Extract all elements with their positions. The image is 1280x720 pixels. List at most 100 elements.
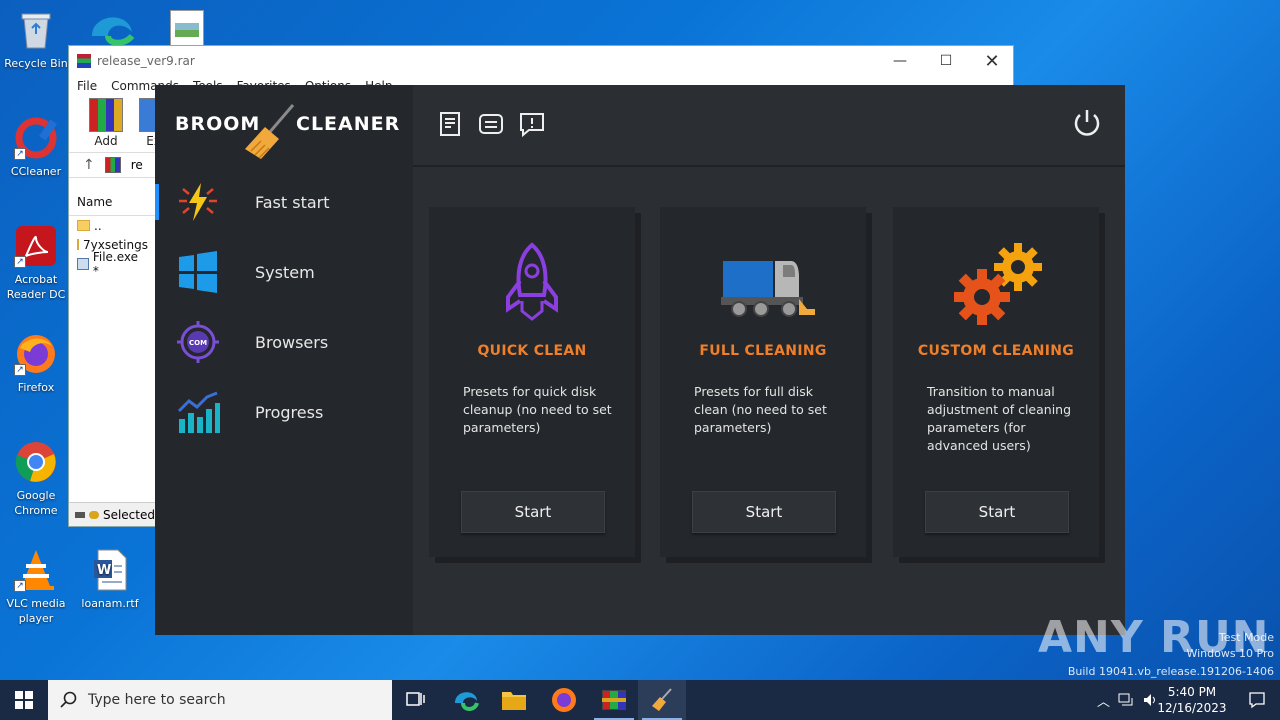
nav-system[interactable]: System (155, 240, 413, 304)
address-field[interactable]: re (131, 158, 143, 172)
winrar-icon (602, 690, 626, 710)
taskbar-clock[interactable]: 5:40 PM 12/16/2023 (1152, 684, 1232, 716)
desktop-icon-chrome[interactable]: Google Chrome (0, 440, 72, 518)
edge-icon (455, 692, 479, 711)
network-icon[interactable] (1118, 692, 1134, 708)
add-button-label: Add (94, 134, 118, 148)
desktop-icon-loanam[interactable]: W loanam.rtf (74, 548, 146, 611)
desktop-icon-vlc[interactable]: ↗ VLC media player (0, 548, 72, 626)
shortcut-arrow-icon: ↗ (14, 148, 26, 160)
taskbar-search-box[interactable]: Type here to search (48, 680, 392, 720)
close-button[interactable]: ✕ (969, 46, 1015, 76)
desktop-icon-recycle-bin[interactable]: Recycle Bin (0, 8, 72, 71)
firefox-icon (552, 688, 576, 712)
nav-label: System (255, 262, 315, 282)
minimize-button[interactable]: — (877, 46, 923, 76)
desktop-icon-label: Recycle Bin (4, 57, 68, 70)
desktop-icon-firefox[interactable]: ↗ Firefox (0, 332, 72, 395)
winrar-app-icon (77, 54, 91, 68)
task-view-button[interactable] (392, 680, 440, 720)
broom-logo: BROOM CLEANER (175, 104, 405, 169)
file-list: Name .. 7yxsetings File.exe * (69, 189, 155, 499)
start-button[interactable] (0, 680, 48, 720)
com-target-icon: COM (177, 321, 219, 363)
full-cleaning-start-button[interactable]: Start (692, 491, 836, 533)
power-icon[interactable] (1071, 107, 1103, 139)
folder-icon (77, 220, 90, 231)
add-archive-icon (89, 98, 123, 132)
acrobat-icon: ↗ (14, 224, 58, 268)
column-header-name[interactable]: Name (69, 189, 155, 216)
nav-label: Fast start (255, 192, 330, 212)
file-row[interactable]: File.exe * (69, 250, 155, 278)
file-name: File.exe * (92, 249, 139, 278)
file-row[interactable]: .. (69, 216, 155, 235)
notifications-icon[interactable] (1248, 691, 1266, 709)
card-description: Presets for full disk clean (no need to … (694, 384, 827, 435)
taskbar-edge[interactable] (442, 680, 490, 720)
tray-overflow-chevron-icon[interactable]: ︿ (1097, 691, 1110, 710)
desktop-icon-edge[interactable] (88, 6, 136, 46)
recycle-bin-icon (14, 8, 58, 52)
shortcut-arrow-icon: ↗ (14, 364, 26, 376)
broom-icon (652, 688, 672, 711)
winrar-title: release_ver9.rar (97, 54, 195, 68)
up-arrow-icon[interactable]: ↑ (83, 157, 95, 173)
menu-file[interactable]: File (77, 79, 97, 93)
nav-progress[interactable]: Progress (155, 380, 413, 444)
maximize-button[interactable]: ☐ (923, 46, 969, 76)
taskbar: Type here to search ︿ 5:40 PM 12/16/2023 (0, 680, 1280, 720)
task-view-icon (406, 692, 425, 706)
key-icon (88, 510, 99, 519)
drive-icon (75, 511, 85, 518)
folder-icon (502, 692, 526, 710)
taskbar-broom-cleaner[interactable] (638, 680, 686, 720)
desktop-icon-label: loanam.rtf (81, 597, 139, 610)
custom-cleaning-start-button[interactable]: Start (925, 491, 1069, 533)
report-icon[interactable] (435, 109, 465, 139)
folder-icon (77, 239, 79, 250)
file-name: .. (94, 218, 102, 233)
lightning-icon (179, 183, 217, 221)
broom-cleaner-window[interactable]: BROOM CLEANER Fast start System COM Brow… (155, 85, 1125, 635)
word-document-icon: W (88, 548, 132, 592)
nav-browsers[interactable]: COM Browsers (155, 310, 413, 374)
card-custom-cleaning: CUSTOM CLEANING Transition to manual adj… (893, 207, 1099, 557)
nav-label: Progress (255, 402, 324, 422)
winrar-statusbar: Selected (69, 502, 155, 526)
taskbar-firefox[interactable] (540, 680, 588, 720)
nav-label: Browsers (255, 332, 329, 352)
shortcut-arrow-icon: ↗ (14, 580, 26, 592)
quick-clean-start-button[interactable]: Start (461, 491, 605, 533)
desktop-icon-acrobat[interactable]: ↗ Acrobat Reader DC (0, 224, 72, 302)
broom-sidebar: BROOM CLEANER Fast start System COM Brow… (155, 85, 413, 635)
card-description: Presets for quick disk cleanup (no need … (463, 384, 612, 435)
taskbar-winrar[interactable] (590, 680, 638, 720)
watermark-test-mode: Test Mode (1218, 631, 1274, 644)
clock-date: 12/16/2023 (1157, 701, 1227, 715)
firefox-icon: ↗ (14, 332, 58, 376)
windows-start-icon (15, 691, 33, 709)
ccleaner-icon: ↗ (14, 116, 58, 160)
search-icon (60, 691, 77, 708)
desktop-icon-label: Google Chrome (14, 489, 58, 517)
nav-fast-start[interactable]: Fast start (155, 170, 413, 234)
broom-topbar (413, 85, 1125, 167)
desktop-icon-ccleaner[interactable]: ↗ CCleaner (0, 116, 72, 179)
broom-main-panel: QUICK CLEAN Presets for quick disk clean… (413, 169, 1125, 635)
winrar-titlebar[interactable]: release_ver9.rar (69, 46, 1013, 76)
settings-panel-icon[interactable] (476, 109, 506, 139)
card-title: CUSTOM CLEANING (917, 343, 1075, 359)
card-full-cleaning: FULL CLEANING Presets for full disk clea… (660, 207, 866, 557)
taskbar-file-explorer[interactable] (490, 680, 538, 720)
add-button[interactable]: Add (89, 98, 123, 148)
svg-text:W: W (97, 563, 111, 578)
gears-icon (954, 243, 1042, 325)
desktop-icon-image-file[interactable] (170, 10, 204, 46)
info-message-icon[interactable] (517, 109, 547, 139)
card-quick-clean: QUICK CLEAN Presets for quick disk clean… (429, 207, 635, 557)
archive-icon (104, 157, 121, 173)
windows-icon (179, 251, 217, 293)
card-description: Transition to manual adjustment of clean… (927, 384, 1072, 453)
sweeper-truck-icon (721, 261, 815, 317)
